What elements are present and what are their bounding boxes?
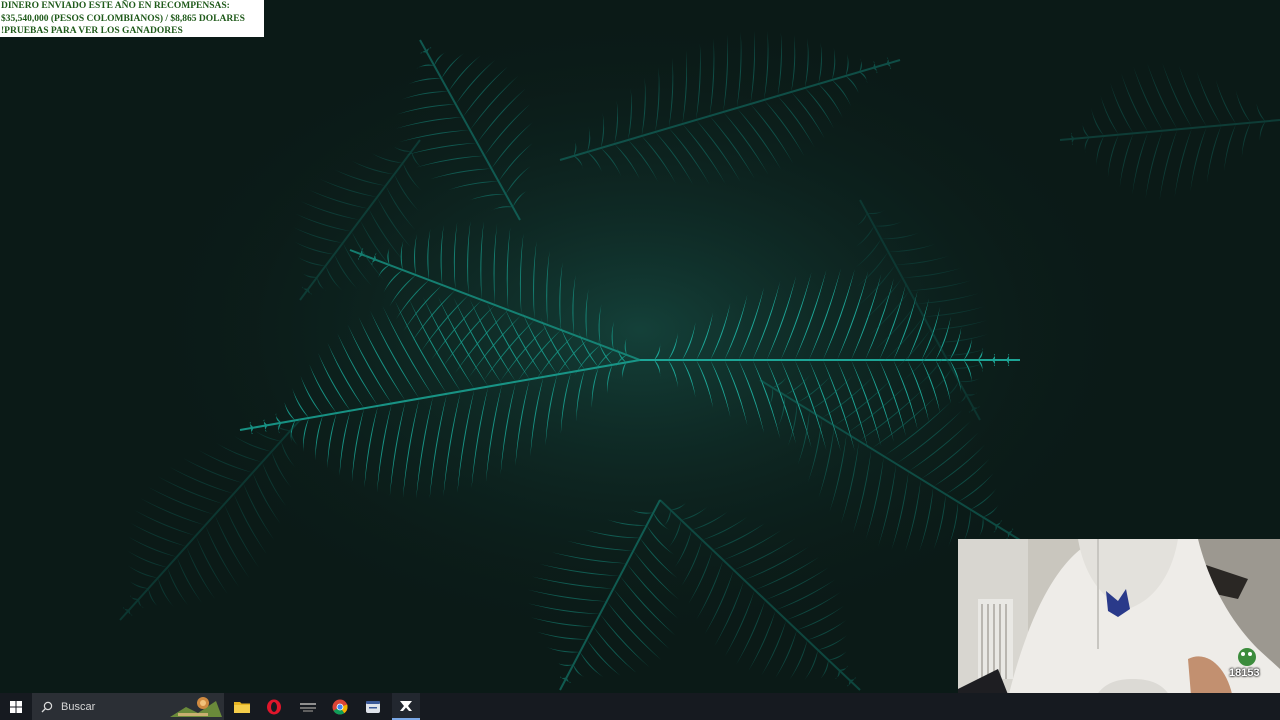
search-icon [41,701,53,713]
banner-line-1: DINERO ENVIADO ESTE AÑO EN RECOMPENSAS: [1,1,230,11]
desktop: DINERO ENVIADO ESTE AÑO EN RECOMPENSAS: … [0,0,1280,720]
app-icon [300,702,316,712]
start-button[interactable] [0,693,32,720]
app-window-icon [366,700,380,713]
search-placeholder: Buscar [61,700,96,713]
taskbar-app-active[interactable] [392,693,420,720]
taskbar-app-window[interactable] [359,693,387,720]
app-x-icon [400,700,412,711]
banner-line-3: !PRUEBAS PARA VER LOS GANADORES [1,26,183,36]
search-highlight-art [170,697,222,717]
folder-icon [234,702,250,713]
banner-line-2: $35,540,000 (PESOS COLOMBIANOS) / $8,865… [1,13,245,24]
taskbar-app[interactable] [294,693,322,720]
taskbar-file-explorer[interactable] [228,693,256,720]
taskbar-chrome[interactable] [326,693,354,720]
webcam-badge-count: 18153 [1229,667,1260,679]
opera-icon [267,699,281,714]
taskbar-search-box[interactable]: Buscar [32,693,224,720]
chrome-icon [332,699,348,714]
windows-start-icon [10,700,22,713]
taskbar: Buscar [0,693,1280,720]
taskbar-opera[interactable] [260,693,288,720]
rewards-banner: DINERO ENVIADO ESTE AÑO EN RECOMPENSAS: … [0,0,264,37]
